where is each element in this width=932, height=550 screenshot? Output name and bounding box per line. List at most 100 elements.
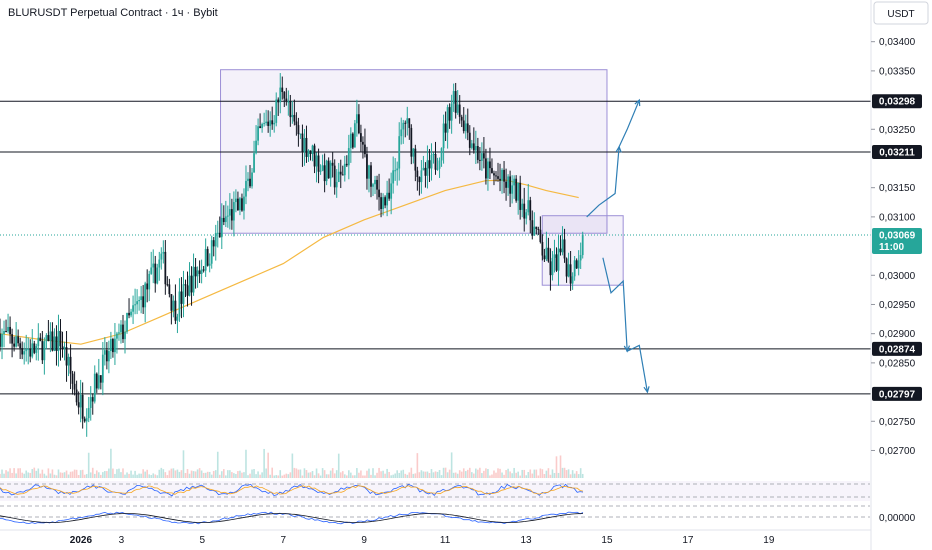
candle-body: [468, 132, 471, 148]
candle-body: [124, 331, 126, 340]
volume-bar: [521, 469, 524, 478]
candle-body: [555, 254, 558, 271]
volume-bar: [563, 467, 566, 478]
candle-body: [368, 165, 370, 179]
candle-body: [577, 260, 580, 269]
volume-bar: [164, 472, 167, 478]
volume-bar: [323, 470, 326, 478]
volume-bar: [225, 475, 227, 478]
volume-bar: [196, 469, 199, 478]
candle-body: [515, 178, 518, 201]
candle-body: [402, 122, 405, 130]
volume-bar: [283, 474, 286, 478]
volume-bar: [374, 475, 376, 478]
volume-bar: [555, 456, 558, 478]
candle-body: [452, 91, 455, 104]
volume-bar: [543, 474, 546, 478]
volume-bar: [120, 472, 122, 478]
candle-body: [55, 336, 58, 351]
volume-bar: [519, 475, 521, 478]
volume-bar: [487, 469, 489, 478]
candle-body: [386, 192, 389, 206]
candle-body: [428, 160, 431, 169]
volume-bar: [124, 474, 126, 478]
volume-bar: [281, 475, 284, 478]
candle-body: [210, 240, 213, 264]
candle-body: [267, 121, 270, 126]
candle-body: [545, 247, 548, 260]
candle-body: [303, 137, 306, 152]
volume-bar: [325, 474, 328, 478]
volume-bar: [471, 472, 473, 478]
volume-bar: [114, 473, 116, 478]
volume-bar: [335, 470, 338, 478]
candle-body: [579, 255, 582, 261]
volume-bar: [269, 474, 271, 478]
volume-bar: [45, 475, 48, 478]
volume-bar: [311, 471, 314, 478]
candle-body: [132, 305, 134, 312]
volume-bar: [253, 468, 255, 478]
volume-bar: [241, 472, 243, 478]
candle-body: [442, 123, 445, 149]
candle-body: [273, 122, 276, 125]
volume-bar: [249, 473, 251, 478]
candle-body: [337, 171, 340, 183]
candle-body: [321, 165, 324, 171]
candle-body: [105, 350, 108, 362]
currency-label: USDT: [887, 9, 914, 20]
chart[interactable]: 0,03400 0,03350 0,03250 0,03150 0,03100 0,030…: [0, 0, 932, 550]
candle-body: [212, 240, 215, 247]
volume-bar: [186, 469, 189, 478]
volume-bar: [170, 468, 173, 478]
candle-body: [259, 126, 261, 129]
candle-body: [130, 311, 132, 316]
volume-bar: [446, 472, 449, 478]
volume-bar: [456, 473, 459, 478]
candle-body: [232, 202, 235, 221]
candle-body: [404, 122, 407, 124]
candle-body: [537, 228, 540, 230]
candle-body: [118, 332, 120, 334]
candle-body: [343, 163, 346, 176]
candle-body: [414, 148, 417, 171]
volume-bar: [402, 469, 405, 478]
volume-bar: [85, 474, 88, 478]
candle-body: [283, 92, 286, 99]
volume-bar: [305, 470, 308, 478]
candle-body: [335, 182, 338, 188]
volume-bar: [442, 467, 445, 478]
candle-body: [23, 351, 26, 355]
candle-body: [325, 160, 328, 182]
volume-bar: [539, 468, 542, 478]
volume-bar: [126, 472, 128, 478]
candle-body: [297, 125, 300, 135]
candle-body: [525, 212, 528, 219]
candle-body: [101, 354, 104, 383]
volume-bar: [47, 468, 50, 478]
volume-bar: [73, 469, 76, 478]
volume-bar: [450, 452, 453, 478]
volume-bar: [370, 474, 372, 478]
volume-bar: [93, 473, 96, 478]
candle-body: [174, 300, 177, 321]
candle-body: [444, 123, 447, 133]
candle-body: [327, 160, 330, 179]
volume-bar: [128, 473, 130, 478]
volume-bar: [100, 474, 102, 478]
volume-bar: [144, 471, 146, 478]
candle-body: [551, 257, 554, 276]
candle-body: [364, 144, 366, 155]
volume-bar: [535, 469, 538, 478]
volume-bar: [140, 473, 142, 478]
candle-body: [351, 133, 354, 148]
candle-body: [122, 324, 124, 340]
candle-body: [95, 373, 98, 389]
volume-bar: [0, 473, 1, 478]
candle-body: [374, 179, 376, 185]
candle-body: [474, 146, 477, 151]
volume-bar: [259, 474, 261, 478]
volume-bar: [313, 475, 316, 478]
volume-bar: [507, 468, 509, 478]
candle-body: [7, 326, 9, 332]
